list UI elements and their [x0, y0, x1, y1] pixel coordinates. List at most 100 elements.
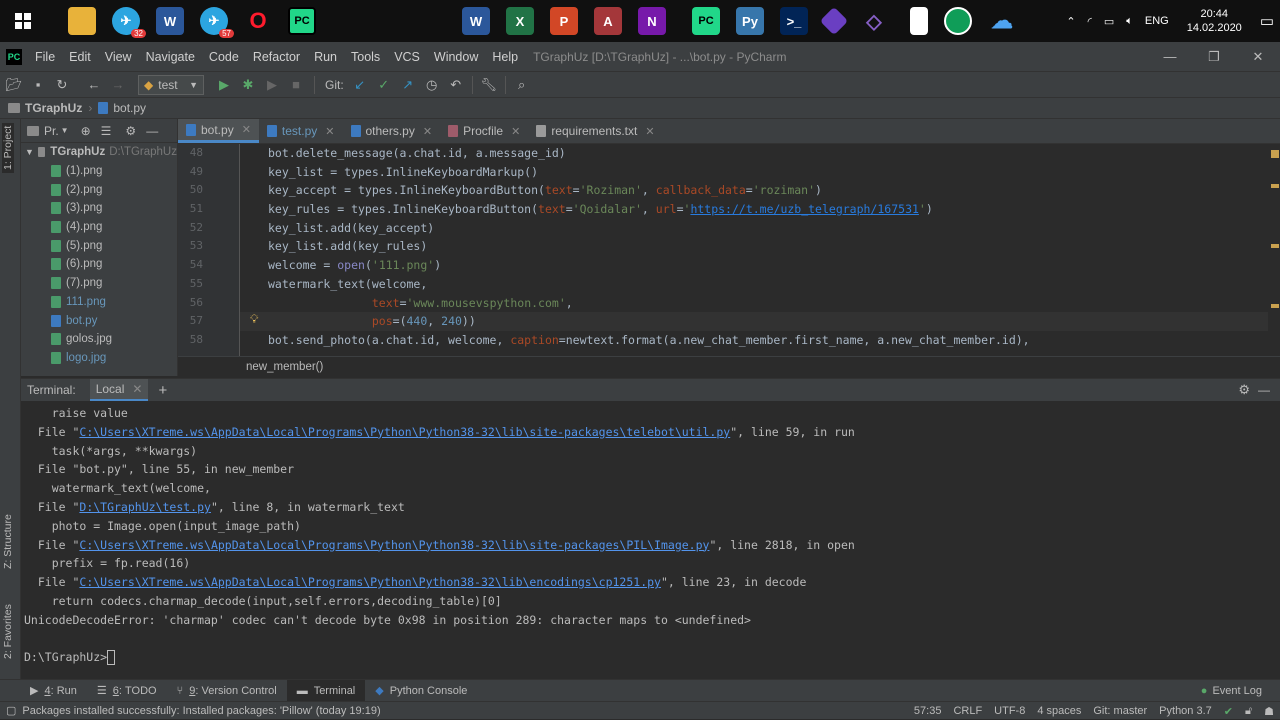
open-folder-icon[interactable]: 📂︎	[2, 75, 26, 95]
stop-icon[interactable]: ■	[284, 75, 308, 95]
settings-wrench-icon[interactable]: 🔧︎	[477, 75, 501, 95]
battery-icon[interactable]: ▭	[1104, 15, 1114, 28]
tree-file-item[interactable]: (1).png	[21, 162, 177, 181]
terminal-file-link[interactable]: D:\TGraphUz\test.py	[79, 500, 211, 514]
menu-refactor[interactable]: Refactor	[246, 50, 307, 64]
menu-tools[interactable]: Tools	[344, 50, 387, 64]
run-tool-button[interactable]: ▶ 4: Run	[20, 680, 87, 702]
tree-root[interactable]: ▼ TGraphUz D:\TGraphUz	[21, 143, 177, 162]
volume-icon[interactable]: 🔈︎	[1126, 15, 1133, 28]
word-icon[interactable]: W	[156, 7, 184, 35]
menu-run[interactable]: Run	[307, 50, 344, 64]
windows-start-button[interactable]	[0, 0, 46, 42]
git-update-icon[interactable]: ↙	[348, 75, 372, 95]
tab-bot-py[interactable]: bot.py ✕	[178, 119, 259, 143]
terminal-tool-button[interactable]: ▬ Terminal	[286, 679, 366, 702]
minimize-icon[interactable]: —	[1148, 49, 1192, 64]
menu-vcs[interactable]: VCS	[387, 50, 427, 64]
tree-file-item[interactable]: (7).png	[21, 274, 177, 293]
project-tool-tab[interactable]: 1: Project	[2, 122, 14, 173]
onedrive-icon[interactable]: ☁	[988, 7, 1016, 35]
intention-bulb-icon[interactable]: 💡︎	[250, 312, 258, 327]
tree-file-item[interactable]: bot.py	[21, 311, 177, 330]
code-breadcrumb[interactable]: new_member()	[178, 356, 1280, 376]
access-icon[interactable]: A	[594, 7, 622, 35]
pycharm-taskbar-icon[interactable]: PC	[288, 7, 316, 35]
tab-others-py[interactable]: others.py ✕	[343, 119, 441, 143]
terminal-file-link[interactable]: C:\Users\XTreme.ws\AppData\Local\Program…	[79, 575, 661, 589]
notification-center-icon[interactable]: ▭	[1260, 12, 1274, 30]
project-view-select[interactable]: Pr.	[44, 124, 59, 138]
synchronize-icon[interactable]: ↻	[50, 75, 74, 95]
menu-view[interactable]: View	[98, 50, 139, 64]
indent-setting[interactable]: 4 spaces	[1037, 705, 1081, 717]
wifi-icon[interactable]: ◜	[1088, 15, 1092, 28]
telegram-icon[interactable]: ✈ 32	[112, 7, 146, 38]
file-encoding[interactable]: UTF-8	[994, 705, 1025, 717]
tree-file-item[interactable]: (5).png	[21, 236, 177, 255]
git-kraken-icon[interactable]	[819, 6, 849, 36]
back-icon[interactable]: ←	[82, 75, 106, 95]
powershell-icon[interactable]: >_	[780, 7, 808, 35]
menu-window[interactable]: Window	[427, 50, 485, 64]
tab-test-py[interactable]: test.py ✕	[259, 119, 343, 143]
tree-file-item[interactable]: (2).png	[21, 180, 177, 199]
word-pinned-icon[interactable]: W	[462, 7, 490, 35]
chevron-down-icon[interactable]: ▼	[25, 147, 34, 157]
event-log-button[interactable]: ● Event Log	[1191, 680, 1272, 702]
powerpoint-icon[interactable]: P	[550, 7, 578, 35]
python-idle-icon[interactable]: Py	[736, 7, 764, 35]
tree-file-item[interactable]: 111.png	[21, 293, 177, 312]
terminal-file-link[interactable]: C:\Users\XTreme.ws\AppData\Local\Program…	[79, 425, 730, 439]
hide-panel-icon[interactable]: —	[146, 124, 158, 138]
breadcrumb-project[interactable]: TGraphUz	[25, 101, 82, 115]
inspection-icon[interactable]: ✔	[1224, 705, 1233, 718]
menu-file[interactable]: File	[28, 50, 62, 64]
collapse-all-icon[interactable]: ☰	[101, 124, 112, 138]
close-tab-icon[interactable]: ✕	[325, 125, 334, 138]
gear-icon[interactable]: ⚙	[125, 124, 136, 138]
python-interpreter[interactable]: Python 3.7	[1159, 705, 1212, 717]
rollback-icon[interactable]: ↶	[444, 75, 468, 95]
tree-file-item[interactable]: (4).png	[21, 218, 177, 237]
close-tab-icon[interactable]: ✕	[132, 382, 142, 396]
line-separator[interactable]: CRLF	[953, 705, 982, 717]
terminal-file-link[interactable]: C:\Users\XTreme.ws\AppData\Local\Program…	[79, 538, 709, 552]
search-icon[interactable]: ⌕	[510, 75, 534, 95]
tree-file-item[interactable]: golos.jpg	[21, 330, 177, 349]
hide-panel-icon[interactable]: —	[1258, 383, 1270, 397]
favorites-tool-tab[interactable]: 2: Favorites	[2, 604, 14, 659]
telegram-alt-icon[interactable]: ✈ 57	[200, 7, 234, 38]
structure-tool-tab[interactable]: Z: Structure	[2, 514, 14, 569]
visual-studio-icon[interactable]: ◇	[860, 7, 888, 35]
git-push-icon[interactable]: ↗	[396, 75, 420, 95]
run-configuration-select[interactable]: ◆ test ▼	[138, 74, 204, 95]
close-tab-icon[interactable]: ✕	[511, 125, 520, 138]
new-terminal-button[interactable]: +	[158, 382, 167, 399]
close-tab-icon[interactable]: ✕	[242, 123, 251, 136]
notepad-icon[interactable]	[910, 7, 928, 35]
status-message[interactable]: Packages installed successfully: Install…	[22, 705, 380, 717]
memory-icon[interactable]: ☗	[1264, 705, 1274, 718]
menu-help[interactable]: Help	[485, 50, 525, 64]
restore-icon[interactable]: ❐	[1192, 49, 1236, 65]
tab-requirements-txt[interactable]: requirements.txt ✕	[528, 119, 662, 143]
menu-edit[interactable]: Edit	[62, 50, 98, 64]
tree-file-item[interactable]: (3).png	[21, 199, 177, 218]
todo-tool-button[interactable]: ☰ 6: TODO	[87, 680, 167, 702]
git-commit-icon[interactable]: ✓	[372, 75, 396, 95]
language-indicator[interactable]: ENG	[1145, 15, 1169, 27]
close-tab-icon[interactable]: ✕	[645, 125, 654, 138]
excel-icon[interactable]: X	[506, 7, 534, 35]
file-explorer-icon[interactable]	[68, 7, 96, 35]
pycharm-pinned-icon[interactable]: PC	[692, 7, 720, 35]
debug-icon[interactable]: ✱	[236, 75, 260, 95]
caret-position[interactable]: 57:35	[914, 705, 942, 717]
breadcrumb-file[interactable]: bot.py	[113, 101, 146, 115]
locate-icon[interactable]: ⊕	[81, 124, 91, 138]
history-icon[interactable]: ◷	[420, 75, 444, 95]
version-control-tool-button[interactable]: ⑂ 9: Version Control	[167, 680, 287, 702]
tree-file-item[interactable]: logo.jpg	[21, 349, 177, 368]
status-toggle-icon[interactable]: ▢	[6, 704, 16, 717]
tree-file-item[interactable]: (6).png	[21, 255, 177, 274]
